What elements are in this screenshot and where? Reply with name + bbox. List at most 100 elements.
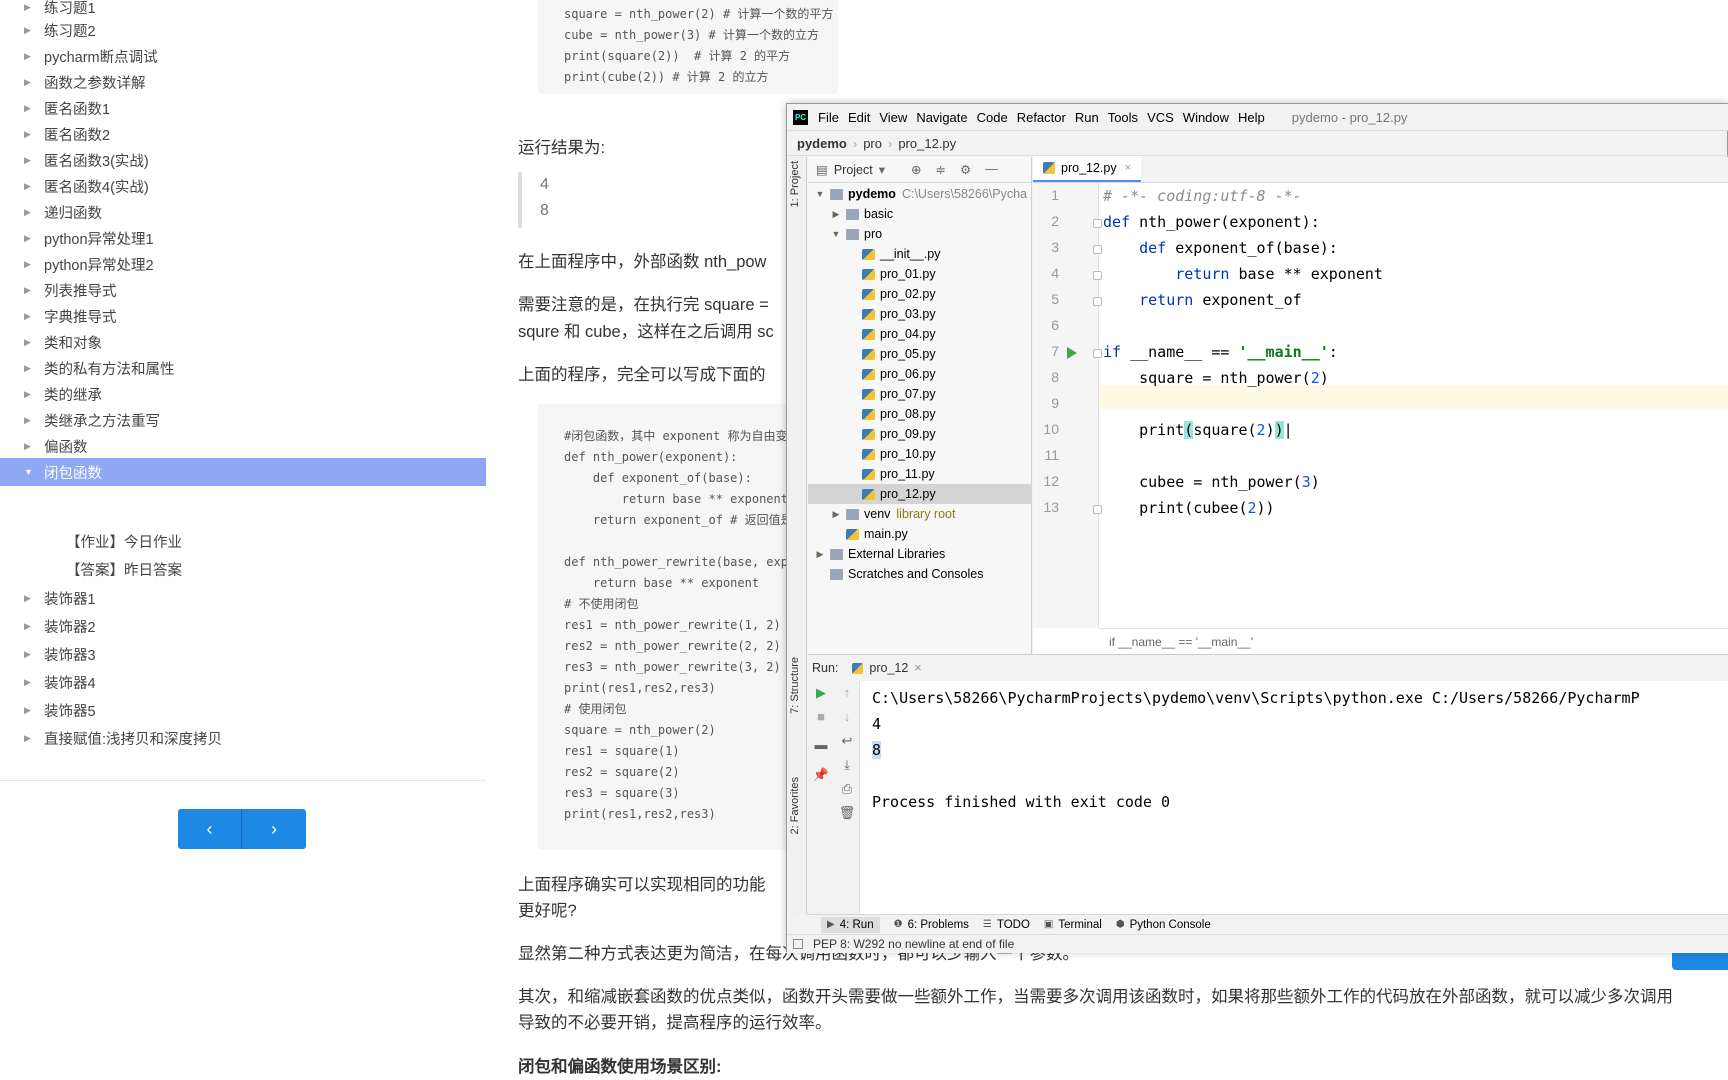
code-line[interactable]: print(square(2))| <box>1103 421 1293 439</box>
tree-file[interactable]: pro_06.py <box>808 364 1032 384</box>
toc-item[interactable]: ▶ 类和对象 <box>0 328 486 356</box>
toc-item[interactable]: ▶ python异常处理2 <box>0 250 486 278</box>
toc-item[interactable]: ▶ 偏函数 <box>0 432 486 460</box>
toc-item[interactable]: ▼ 闭包函数 <box>0 458 486 486</box>
nav-project[interactable]: pydemo <box>797 136 847 151</box>
print-icon[interactable]: ⎙ <box>838 781 856 797</box>
chevron-down-icon[interactable]: ▼ <box>830 229 842 239</box>
fold-marker-icon[interactable] <box>1093 219 1102 228</box>
pin-icon[interactable]: 📌 <box>812 767 830 783</box>
tree-file[interactable]: pro_11.py <box>808 464 1032 484</box>
toc-item[interactable]: ▶ 匿名函数3(实战) <box>0 146 486 174</box>
menu-vcs[interactable]: VCS <box>1147 110 1174 125</box>
stop-icon[interactable]: ■ <box>812 709 830 724</box>
rerun-icon[interactable]: ▶ <box>812 685 830 701</box>
code-line[interactable]: return base ** exponent <box>1103 265 1383 283</box>
toc-item[interactable]: ▶ 列表推导式 <box>0 276 486 304</box>
menu-code[interactable]: Code <box>977 110 1008 125</box>
gear-icon[interactable]: ⚙ <box>960 162 971 177</box>
menu-help[interactable]: Help <box>1238 110 1265 125</box>
toc-item[interactable]: ▶ 装饰器5 <box>0 696 486 724</box>
menu-navigate[interactable]: Navigate <box>916 110 967 125</box>
fold-marker-icon[interactable] <box>1093 271 1102 280</box>
toc-item[interactable]: ▶ 匿名函数4(实战) <box>0 172 486 200</box>
menu-file[interactable]: File <box>818 110 839 125</box>
tree-file[interactable]: pro_08.py <box>808 404 1032 424</box>
run-tab[interactable]: pro_12 × <box>852 661 922 675</box>
toc-item[interactable]: ▶ 字典推导式 <box>0 302 486 330</box>
toc-item[interactable]: ▶ 练习题2 <box>0 16 486 44</box>
chevron-down-icon[interactable]: ▾ <box>879 162 885 177</box>
collapse-icon[interactable]: ≑ <box>935 162 945 177</box>
code-line[interactable]: def nth_power(exponent): <box>1103 213 1320 231</box>
tab-terminal[interactable]: ▣ Terminal <box>1044 919 1102 931</box>
toc-item[interactable]: ▶ 类的继承 <box>0 380 486 408</box>
project-view-select[interactable]: Project <box>834 163 873 177</box>
menu-view[interactable]: View <box>879 110 907 125</box>
chevron-down-icon[interactable]: ▼ <box>814 189 826 199</box>
layout-icon[interactable]: ▬ <box>812 737 830 752</box>
code-breadcrumb[interactable]: if __name__ == '__main__' <box>1099 628 1728 654</box>
chevron-right-icon[interactable]: ▶ <box>814 549 826 560</box>
toc-item[interactable]: ▶ 匿名函数1 <box>0 94 486 122</box>
menu-refactor[interactable]: Refactor <box>1017 110 1066 125</box>
tab-project[interactable]: 1: Project <box>789 161 801 207</box>
toc-subitem[interactable]: 【作业】今日作业 <box>66 527 182 555</box>
tree-root[interactable]: ▼ pydemo C:\Users\58266\Pycha <box>808 184 1032 204</box>
toc-item[interactable]: ▶ pycharm断点调试 <box>0 42 486 70</box>
toc-item[interactable]: ▶ 装饰器4 <box>0 668 486 696</box>
tree-folder-basic[interactable]: ▶ basic <box>808 204 1032 224</box>
arrow-up-icon[interactable]: ↑ <box>838 685 856 700</box>
code-line[interactable]: def exponent_of(base): <box>1103 239 1338 257</box>
trash-icon[interactable]: 🗑 <box>838 805 856 821</box>
toc-item[interactable]: ▶ 直接赋值:浅拷贝和深度拷贝 <box>0 724 486 752</box>
scroll-end-icon[interactable]: ⤓ <box>838 757 856 773</box>
close-icon[interactable]: × <box>914 661 921 675</box>
fold-marker-icon[interactable] <box>1093 505 1102 514</box>
fold-marker-icon[interactable] <box>1093 297 1102 306</box>
tree-file[interactable]: pro_04.py <box>808 324 1032 344</box>
prev-page-button[interactable]: ‹ <box>178 809 242 849</box>
tab-structure[interactable]: 7: Structure <box>789 657 801 714</box>
nav-file[interactable]: pro_12.py <box>898 136 956 151</box>
minimize-icon[interactable]: — <box>985 162 998 177</box>
close-icon[interactable]: × <box>1125 162 1131 174</box>
chevron-right-icon[interactable]: ▶ <box>830 509 842 520</box>
tree-file[interactable]: pro_12.py <box>808 484 1032 504</box>
tree-file[interactable]: __init__.py <box>808 244 1032 264</box>
tree-folder-pro[interactable]: ▼ pro <box>808 224 1032 244</box>
menu-window[interactable]: Window <box>1183 110 1229 125</box>
tab-pro-12[interactable]: pro_12.py × <box>1033 156 1142 182</box>
tree-file[interactable]: main.py <box>808 524 1032 544</box>
menu-edit[interactable]: Edit <box>848 110 870 125</box>
toc-item[interactable]: ▶ 装饰器3 <box>0 640 486 668</box>
toc-item[interactable]: ▶ python异常处理1 <box>0 224 486 252</box>
fold-marker-icon[interactable] <box>1093 245 1102 254</box>
toc-item[interactable]: ▶ 函数之参数详解 <box>0 68 486 96</box>
fold-marker-icon[interactable] <box>1093 349 1102 358</box>
toc-item[interactable]: ▶ 匿名函数2 <box>0 120 486 148</box>
tree-file[interactable]: pro_02.py <box>808 284 1032 304</box>
tab-favorites[interactable]: 2: Favorites <box>789 777 801 834</box>
tab-todo[interactable]: ☰ TODO <box>983 919 1030 931</box>
menu-run[interactable]: Run <box>1075 110 1099 125</box>
tree-file[interactable]: pro_01.py <box>808 264 1032 284</box>
code-line[interactable]: square = nth_power(2) <box>1103 369 1329 387</box>
tree-folder-venv[interactable]: ▶ venv library root <box>808 504 1032 524</box>
tab--problems[interactable]: ❶ 6: Problems <box>894 919 969 931</box>
toc-item[interactable]: ▶ 递归函数 <box>0 198 486 226</box>
code-line[interactable]: print(cubee(2)) <box>1103 499 1274 517</box>
next-page-button[interactable]: › <box>242 809 306 849</box>
run-gutter-icon[interactable] <box>1067 347 1077 359</box>
tree-file[interactable]: pro_03.py <box>808 304 1032 324</box>
tree-file[interactable]: pro_07.py <box>808 384 1032 404</box>
arrow-down-icon[interactable]: ↓ <box>838 709 856 724</box>
locate-icon[interactable]: ⊕ <box>911 162 921 177</box>
toc-item[interactable]: ▶ 装饰器1 <box>0 584 486 612</box>
tree-file[interactable]: pro_09.py <box>808 424 1032 444</box>
code-line[interactable]: return exponent_of <box>1103 291 1302 309</box>
toc-item[interactable]: ▶ 类继承之方法重写 <box>0 406 486 434</box>
tree-scratches[interactable]: Scratches and Consoles <box>808 564 1032 584</box>
tree-external-libraries[interactable]: ▶ External Libraries <box>808 544 1032 564</box>
tab-python-console[interactable]: ⬢ Python Console <box>1116 919 1211 931</box>
